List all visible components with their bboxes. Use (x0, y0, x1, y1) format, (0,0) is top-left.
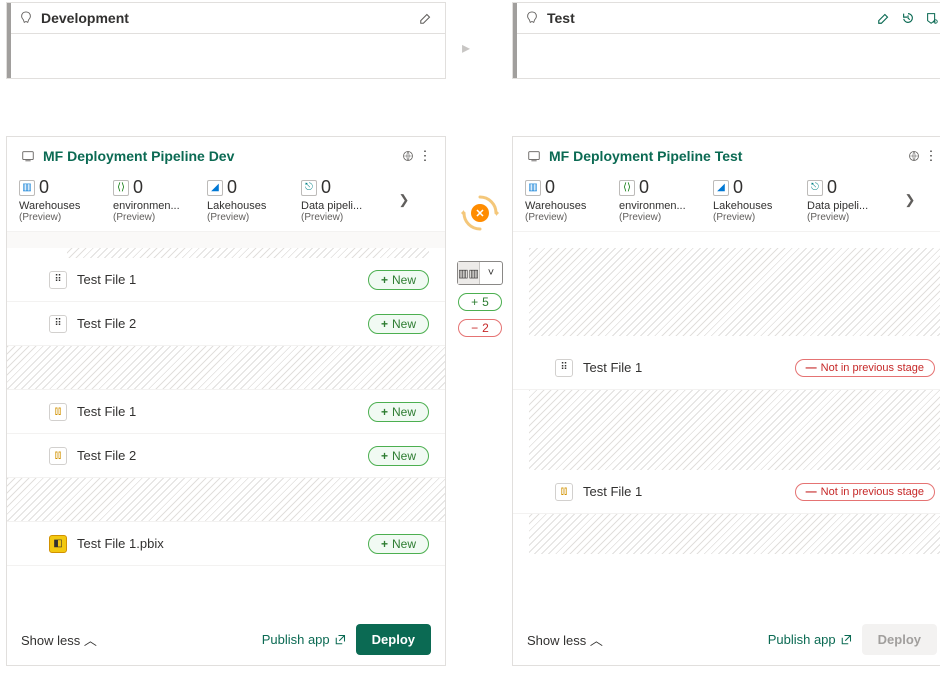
workspace-title: MF Deployment Pipeline Dev (43, 148, 405, 164)
report-icon: ⫾⫾ (49, 403, 67, 421)
metrics-next-icon[interactable]: ❯ (395, 191, 413, 209)
stage-accent (513, 3, 517, 78)
hatched-placeholder (529, 248, 940, 336)
metrics-row: ▥0 Warehouses (Preview) ⟨⟩0 environmen..… (7, 169, 445, 232)
chevron-down-icon: ˅ (480, 262, 502, 284)
dataset-icon: ⠿ (49, 271, 67, 289)
item-row[interactable]: ⫾⫾ Test File 2 +New (7, 434, 445, 478)
item-row[interactable]: ◧ Test File 1.pbix +New (7, 522, 445, 566)
metric-lakehouses[interactable]: ◢0 Lakehouses (Preview) (713, 177, 807, 223)
item-row[interactable]: ⠿ Test File 1 —Not in previous stage (513, 346, 940, 390)
new-badge: +New (368, 534, 429, 554)
section-gap (7, 232, 445, 248)
item-row[interactable]: ⫾⫾ Test File 1 —Not in previous stage (513, 470, 940, 514)
edit-icon[interactable] (875, 9, 893, 27)
hatched-placeholder (529, 514, 940, 554)
workspace-panel-test: MF Deployment Pipeline Test ⋮ ▥0 Warehou… (512, 136, 940, 666)
web-icon[interactable] (905, 147, 923, 165)
workspace-icon (525, 147, 543, 165)
item-name: Test File 1.pbix (77, 536, 368, 551)
not-in-previous-badge: —Not in previous stage (795, 483, 935, 501)
compare-view-button[interactable]: ▥▥ ˅ (457, 261, 503, 285)
added-count-pill: +5 (458, 293, 502, 311)
dataset-icon: ⠿ (555, 359, 573, 377)
workspace-panel-dev: MF Deployment Pipeline Dev ⋮ ▥0 Warehous… (6, 136, 446, 666)
stage-header-test: Test (512, 2, 940, 79)
workspace-title: MF Deployment Pipeline Test (549, 148, 911, 164)
more-options-icon[interactable]: ⋮ (923, 148, 939, 164)
sync-ring-icon: ✕ (460, 193, 500, 233)
edit-icon[interactable] (417, 9, 435, 27)
removed-count-pill: −2 (458, 319, 502, 337)
hatched-placeholder (7, 346, 445, 390)
sync-status: ✕ ▥▥ ˅ +5 −2 (456, 193, 504, 337)
item-name: Test File 1 (77, 272, 368, 287)
web-icon[interactable] (399, 147, 417, 165)
pbix-icon: ◧ (49, 535, 67, 553)
new-badge: +New (368, 270, 429, 290)
metric-pipelines[interactable]: ⎋0 Data pipeli... (Preview) (807, 177, 901, 223)
hatched-placeholder (7, 478, 445, 522)
stage-title: Test (547, 10, 875, 26)
compare-columns-icon: ▥▥ (458, 262, 480, 284)
stage-header-development: Development (6, 2, 446, 79)
rocket-icon (17, 9, 35, 27)
new-badge: +New (368, 446, 429, 466)
metric-lakehouses[interactable]: ◢0 Lakehouses (Preview) (207, 177, 301, 223)
stage-arrow-icon: ▸ (462, 38, 470, 58)
deploy-button: Deploy (862, 624, 937, 655)
stage-accent (7, 3, 11, 78)
metric-environments[interactable]: ⟨⟩0 environmen... (Preview) (619, 177, 713, 223)
report-icon: ⫾⫾ (49, 447, 67, 465)
report-icon: ⫾⫾ (555, 483, 573, 501)
item-row[interactable]: ⫾⫾ Test File 1 +New (7, 390, 445, 434)
item-row[interactable]: ⠿ Test File 2 +New (7, 302, 445, 346)
metrics-row: ▥0 Warehouses (Preview) ⟨⟩0 environmen..… (513, 169, 940, 232)
item-name: Test File 1 (583, 360, 795, 375)
item-name: Test File 2 (77, 448, 368, 463)
metric-environments[interactable]: ⟨⟩0 environmen... (Preview) (113, 177, 207, 223)
item-name: Test File 1 (583, 484, 795, 499)
new-badge: +New (368, 314, 429, 334)
metric-warehouses[interactable]: ▥0 Warehouses (Preview) (19, 177, 113, 223)
metric-pipelines[interactable]: ⎋0 Data pipeli... (Preview) (301, 177, 395, 223)
publish-app-link[interactable]: Publish app (262, 632, 346, 647)
rocket-icon (523, 9, 541, 27)
new-badge: +New (368, 402, 429, 422)
not-in-previous-badge: —Not in previous stage (795, 359, 935, 377)
stage-title: Development (41, 10, 417, 26)
more-options-icon[interactable]: ⋮ (417, 148, 433, 164)
metrics-next-icon[interactable]: ❯ (901, 191, 919, 209)
sync-error-icon: ✕ (471, 204, 489, 222)
item-row[interactable]: ⠿ Test File 1 +New (7, 258, 445, 302)
show-less-toggle[interactable]: Show less ︿ (21, 630, 252, 649)
workspace-icon (19, 147, 37, 165)
metric-warehouses[interactable]: ▥0 Warehouses (Preview) (525, 177, 619, 223)
hatched-placeholder (529, 390, 940, 470)
show-less-toggle[interactable]: Show less ︿ (527, 630, 758, 649)
deploy-button[interactable]: Deploy (356, 624, 431, 655)
item-name: Test File 1 (77, 404, 368, 419)
history-icon[interactable] (899, 9, 917, 27)
settings-gear-icon[interactable] (923, 9, 940, 27)
publish-app-link[interactable]: Publish app (768, 632, 852, 647)
dataset-icon: ⠿ (49, 315, 67, 333)
hatched-placeholder (67, 248, 429, 258)
item-name: Test File 2 (77, 316, 368, 331)
